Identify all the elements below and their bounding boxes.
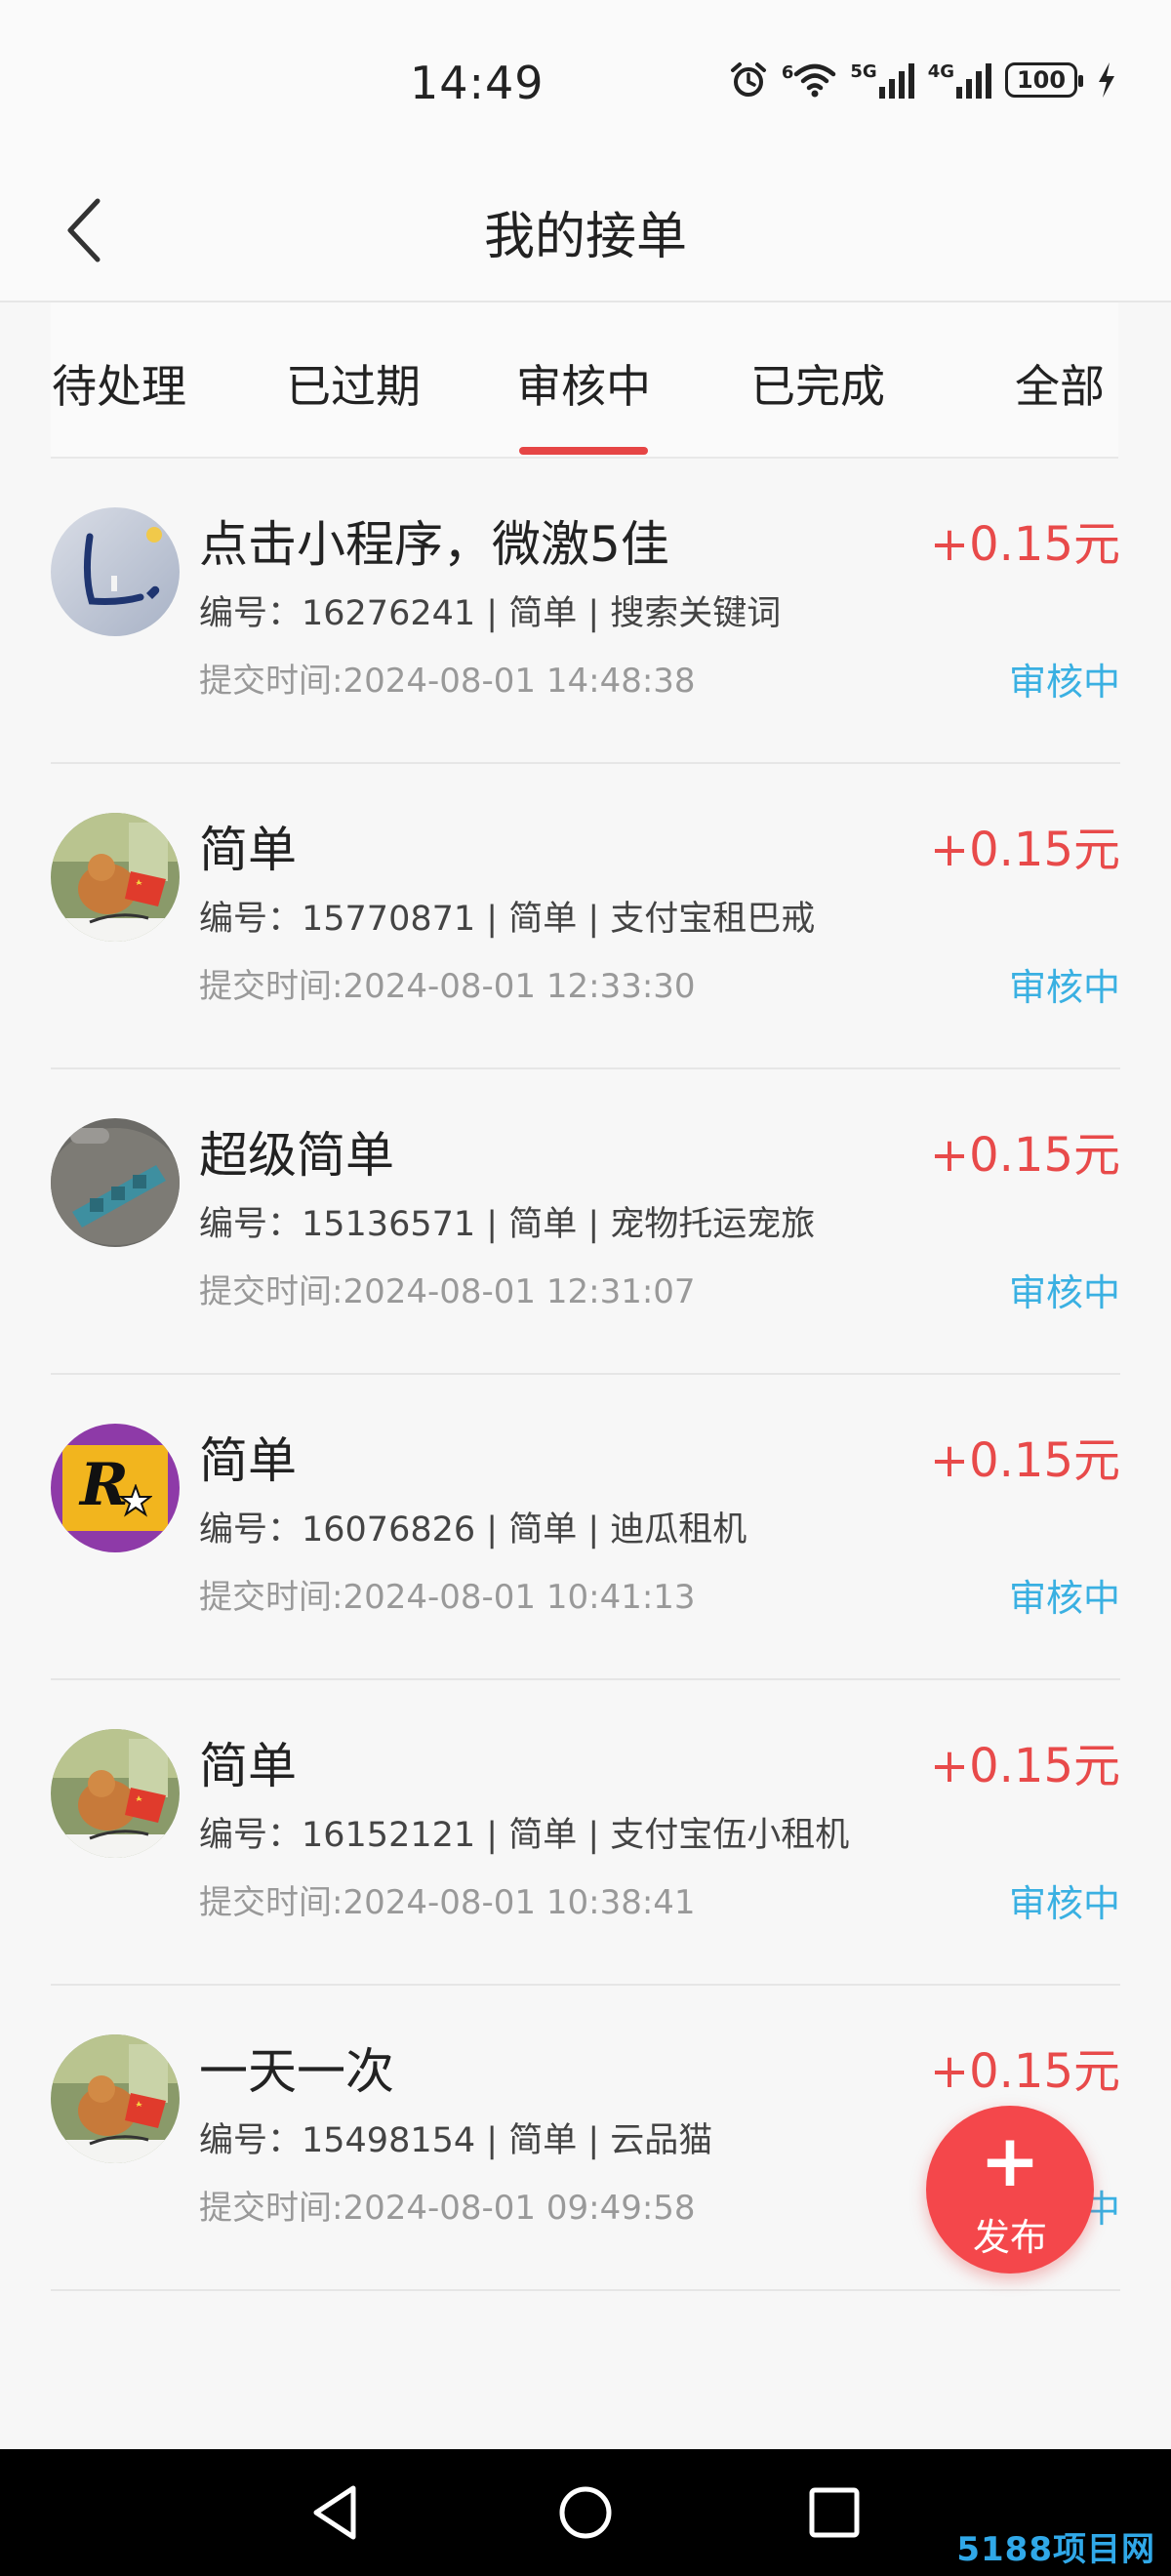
battery-icon: 100 xyxy=(1005,62,1083,98)
order-title: 简单 xyxy=(199,1432,297,1489)
tab-pending[interactable]: 待处理 xyxy=(51,351,187,416)
cat-flag-avatar xyxy=(51,1729,180,1858)
order-submit-time: 提交时间:2024-08-01 12:33:30 xyxy=(199,967,696,1006)
order-reward: +0.15元 xyxy=(929,2044,1120,2099)
order-list: 点击小程序，微激5佳 +0.15元 编号：16276241 | 简单 | 搜索关… xyxy=(0,459,1171,2291)
order-submit-time: 提交时间:2024-08-01 10:38:41 xyxy=(199,1883,696,1922)
nav-bar: 我的接单 xyxy=(0,156,1171,302)
order-item[interactable]: 点击小程序，微激5佳 +0.15元 编号：16276241 | 简单 | 搜索关… xyxy=(51,459,1120,764)
order-meta: 编号：15136571 | 简单 | 宠物托运宠旅 xyxy=(199,1205,816,1244)
recents-square-icon[interactable] xyxy=(800,2478,868,2547)
tab-expired[interactable]: 已过期 xyxy=(285,351,422,416)
order-status: 审核中 xyxy=(1008,1271,1120,1314)
tab-bar: 待处理 已过期 审核中 已完成 全部 xyxy=(51,302,1118,459)
cat-flag-avatar xyxy=(51,2034,180,2163)
order-title: 超级简单 xyxy=(199,1127,394,1184)
order-status: 审核中 xyxy=(1008,966,1120,1009)
order-reward: +0.15元 xyxy=(929,823,1120,877)
order-item[interactable]: 超级简单 +0.15元 编号：15136571 | 简单 | 宠物托运宠旅 提交… xyxy=(51,1069,1120,1375)
page-title: 我的接单 xyxy=(483,208,687,266)
tab-all[interactable]: 全部 xyxy=(1001,351,1118,416)
order-reward: +0.15元 xyxy=(929,1739,1120,1793)
order-title: 点击小程序，微激5佳 xyxy=(199,516,669,573)
order-meta: 编号：16152121 | 简单 | 支付宝伍小租机 xyxy=(199,1816,850,1855)
order-status: 审核中 xyxy=(1008,661,1120,704)
back-triangle-icon[interactable] xyxy=(303,2478,371,2547)
wifi-icon xyxy=(794,63,836,98)
active-tab-indicator xyxy=(519,447,648,455)
publish-label: 发布 xyxy=(972,2216,1047,2259)
order-submit-time: 提交时间:2024-08-01 14:48:38 xyxy=(199,662,696,701)
order-meta: 编号：15770871 | 简单 | 支付宝租巴戒 xyxy=(199,900,816,939)
order-item[interactable]: R 简单 +0.15元 编号：16076826 | 简单 | 迪瓜租机 提交时间… xyxy=(51,1375,1120,1680)
order-reward: +0.15元 xyxy=(929,1128,1120,1183)
battery-level: 100 xyxy=(1016,66,1067,94)
publish-button[interactable]: + 发布 xyxy=(926,2106,1094,2274)
order-item[interactable]: 简单 +0.15元 编号：15770871 | 简单 | 支付宝租巴戒 提交时间… xyxy=(51,764,1120,1069)
order-reward: +0.15元 xyxy=(929,517,1120,572)
order-submit-time: 提交时间:2024-08-01 12:31:07 xyxy=(199,1272,696,1311)
charging-icon xyxy=(1099,62,1114,98)
order-item[interactable]: 简单 +0.15元 编号：16152121 | 简单 | 支付宝伍小租机 提交时… xyxy=(51,1680,1120,1986)
system-nav-bar: 5188项目网 xyxy=(0,2449,1171,2576)
order-status: 审核中 xyxy=(1008,1882,1120,1925)
cat-flag-avatar xyxy=(51,813,180,942)
home-circle-icon[interactable] xyxy=(551,2478,620,2547)
status-icons: 6 5G 4G 100 xyxy=(729,60,1116,100)
r-star-avatar: R xyxy=(51,1424,180,1552)
star-icon xyxy=(119,1484,152,1517)
order-status: 审核中 xyxy=(1008,1577,1120,1620)
order-submit-time: 提交时间:2024-08-01 09:49:58 xyxy=(199,2189,696,2228)
signal-1-icon xyxy=(878,61,914,99)
alarm-icon xyxy=(730,62,766,97)
watermark: 5188项目网 xyxy=(956,2530,1155,2569)
order-reward: +0.15元 xyxy=(929,1433,1120,1488)
letter-l-avatar xyxy=(51,507,180,636)
status-bar: 14:49 6 5G 4G 100 xyxy=(0,0,1171,156)
order-title: 一天一次 xyxy=(199,2043,394,2100)
order-title: 简单 xyxy=(199,1738,297,1794)
plus-icon: + xyxy=(979,2119,1040,2203)
gadget-avatar xyxy=(51,1118,180,1247)
order-title: 简单 xyxy=(199,822,297,878)
order-meta: 编号：16076826 | 简单 | 迪瓜租机 xyxy=(199,1510,747,1550)
signal-2-label: 4G xyxy=(927,61,954,82)
signal-2-icon xyxy=(956,61,991,99)
status-time: 14:49 xyxy=(410,57,545,109)
order-submit-time: 提交时间:2024-08-01 10:41:13 xyxy=(199,1578,696,1617)
signal-1-label: 5G xyxy=(850,61,877,82)
wifi-badge: 6 xyxy=(781,62,794,83)
tab-completed[interactable]: 已完成 xyxy=(749,351,886,416)
order-meta: 编号：15498154 | 简单 | 云品猫 xyxy=(199,2121,713,2160)
order-meta: 编号：16276241 | 简单 | 搜索关键词 xyxy=(199,594,782,633)
tab-reviewing[interactable]: 审核中 xyxy=(515,351,652,416)
